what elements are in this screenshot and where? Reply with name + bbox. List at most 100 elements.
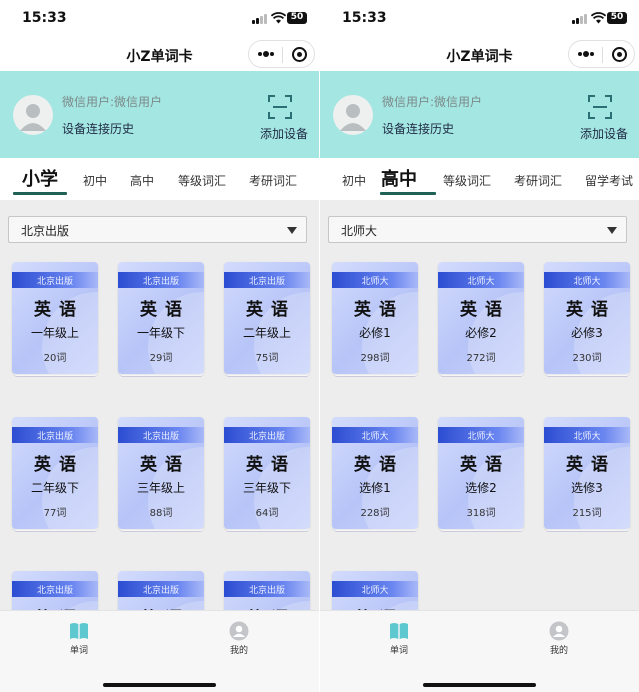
tab-active[interactable]: 高中 [381,165,417,191]
tab-mine[interactable]: 我的 [209,621,269,656]
scan-icon[interactable] [588,95,612,119]
publisher-select-value: 北京出版 [21,224,70,238]
book-cover: 北京出版 英语 一年级下 29词 [118,262,204,374]
capsule-divider [602,47,603,63]
wordbook-card[interactable]: 北师大 英语 必修1 298词 [332,262,418,378]
book-cover: 北京出版 英语 二年级下 77词 [12,417,98,529]
book-publisher: 北师大 [361,432,389,442]
book-subject: 英语 [460,300,510,320]
device-history-link[interactable]: 设备连接历史 [382,120,454,137]
book-subject: 英语 [140,300,190,320]
add-device-button[interactable]: 添加设备 [260,125,308,142]
nav-bar: 小Z单词卡 [0,38,319,71]
tab-mine-label: 我的 [229,646,248,656]
wordbook-card[interactable]: 北京出版英语 [12,571,98,610]
book-grade: 必修1 [359,326,391,340]
tab-words[interactable]: 单词 [49,621,109,656]
status-time: 15:33 [22,10,67,26]
book-grade: 必修2 [465,326,497,340]
book-cover: 北京出版英语 [118,571,204,610]
close-miniprogram-icon[interactable] [612,47,627,62]
category-tabs: 小学 初中 高中 等级词汇 考研词汇 [0,158,319,200]
book-subject: 英语 [566,455,616,475]
book-publisher: 北京出版 [248,277,285,287]
book-grade: 三年级下 [242,481,291,495]
bottom-tab-bar: 单词 我的 [320,610,639,692]
book-cover: 北师大 英语 选修2 318词 [438,417,524,529]
book-word-count: 64词 [255,508,279,519]
device-history-link[interactable]: 设备连接历史 [62,120,134,137]
avatar[interactable] [13,95,53,135]
tab-active[interactable]: 小学 [22,165,58,191]
book-word-count: 230词 [572,353,602,364]
bottom-tab-bar: 单词 我的 [0,610,319,692]
wifi-icon [271,12,286,24]
tab-category[interactable]: 考研词汇 [514,172,562,189]
close-miniprogram-icon[interactable] [292,47,307,62]
wordbook-card[interactable]: 北京出版 英语 一年级上 20词 [12,262,98,378]
signal-icon [252,13,268,24]
scan-icon[interactable] [268,95,292,119]
book-word-count: 77词 [43,508,67,519]
book-list: 北京出版 北京出版 英语 一年级上 20词 北京出版 英语 一年级下 29词 北京出版 英语 二年级… [0,200,319,610]
wordbook-card[interactable]: 北师大 英语 必修3 230词 [544,262,630,378]
book-cover: 北京出版 英语 一年级上 20词 [12,262,98,374]
wordbook-card[interactable]: 北师大英语 [332,571,418,610]
wordbook-card[interactable]: 北京出版 英语 三年级下 64词 [224,417,310,533]
book-publisher: 北师大 [361,277,389,287]
capsule-divider [282,47,283,63]
book-publisher: 北师大 [467,277,495,287]
tab-category[interactable]: 考研词汇 [249,172,297,189]
book-word-count: 272词 [466,353,496,364]
wordbook-card[interactable]: 北京出版英语 [224,571,310,610]
tab-category[interactable]: 初中 [83,172,107,189]
book-word-count: 88词 [149,508,173,519]
wordbook-card[interactable]: 北京出版 英语 三年级上 88词 [118,417,204,533]
user-header: 微信用户:微信用户 设备连接历史 添加设备 [320,71,639,158]
tab-words-label: 单词 [389,646,408,656]
book-icon [70,623,88,639]
dropdown-arrow-icon [287,227,297,234]
tab-words[interactable]: 单词 [369,621,429,656]
book-publisher: 北京出版 [36,277,73,287]
publisher-select[interactable]: 北京出版 [8,216,307,243]
tab-mine[interactable]: 我的 [529,621,589,656]
more-icon[interactable] [577,50,595,58]
add-device-button[interactable]: 添加设备 [580,125,628,142]
wordbook-card[interactable]: 北京出版英语 [118,571,204,610]
more-icon[interactable] [257,50,275,58]
tab-category[interactable]: 等级词汇 [443,172,491,189]
book-cover: 北师大 英语 必修3 230词 [544,262,630,374]
book-publisher: 北京出版 [248,586,285,596]
wordbook-card[interactable]: 北师大 英语 选修1 228词 [332,417,418,533]
miniprogram-capsule [248,40,315,68]
book-cover: 北京出版英语 [224,571,310,610]
user-name: 微信用户:微信用户 [382,95,483,109]
book-grade: 一年级下 [136,326,185,340]
book-grade: 选修1 [359,481,391,495]
avatar[interactable] [333,95,373,135]
active-tab-underline [380,192,436,195]
wordbook-card[interactable]: 北师大 英语 选修3 215词 [544,417,630,533]
wordbook-card[interactable]: 北京出版 英语 一年级下 29词 [118,262,204,378]
wordbook-card[interactable]: 北师大 英语 选修2 318词 [438,417,524,533]
book-publisher: 北京出版 [36,432,73,442]
wordbook-card[interactable]: 北师大英语必修2 272词 [438,262,524,378]
tab-category[interactable]: 高中 [130,172,154,189]
screen-left: 15:33 50 小Z单词卡 微信用户:微信用户 设备连接历史 添加设备 小学 初… [0,0,319,692]
book-grade: 选修3 [571,481,603,495]
tab-category[interactable]: 初中 [342,172,366,189]
book-publisher: 北京出版 [36,586,73,596]
book-word-count: 20词 [43,353,67,364]
tab-category[interactable]: 等级词汇 [178,172,226,189]
book-cover: 北师大 英语 必修1 298词 [332,262,418,374]
book-grade: 必修3 [571,326,603,340]
book-subject: 英语 [566,300,616,320]
user-name: 微信用户:微信用户 [62,95,163,109]
tab-category[interactable]: 留学考试 [585,172,633,189]
book-icon [390,623,408,639]
wordbook-card[interactable]: 北京出版 英语 二年级上 75词 [224,262,310,378]
book-cover: 北师大 英语 选修3 215词 [544,417,630,529]
wordbook-card[interactable]: 北京出版 英语 二年级下 77词 [12,417,98,533]
publisher-select[interactable]: 北师大 [328,216,627,243]
